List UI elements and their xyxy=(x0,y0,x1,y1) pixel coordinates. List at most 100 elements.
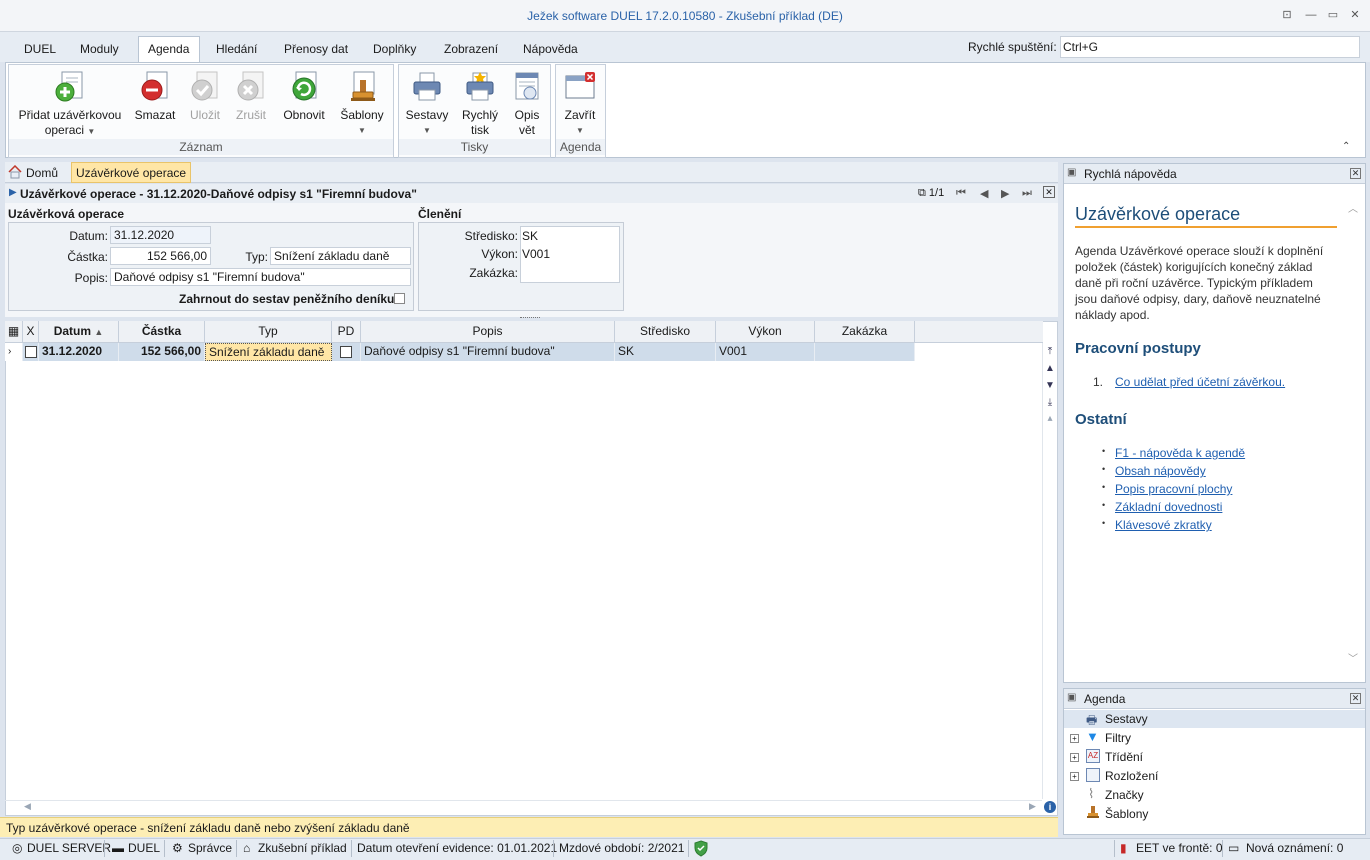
breadcrumb-current[interactable]: Uzávěrkové operace xyxy=(71,162,192,183)
row-center-cell[interactable]: SK xyxy=(615,343,716,361)
menu-agenda[interactable]: Agenda xyxy=(148,42,189,56)
center-field[interactable]: SK xyxy=(522,229,538,243)
menu-doplnky[interactable]: Doplňky xyxy=(373,42,416,56)
move-bottom-icon[interactable]: ⤓ xyxy=(1044,397,1056,408)
row-pd-checkbox[interactable] xyxy=(340,345,352,358)
desc-field[interactable]: Daňové odpisy s1 "Firemní budova" xyxy=(110,268,411,286)
splitter-grip[interactable] xyxy=(520,317,540,319)
move-up-icon[interactable]: ▲ xyxy=(1044,363,1056,374)
info-icon[interactable]: i xyxy=(1044,801,1056,813)
next-record-button[interactable]: ▶ xyxy=(1001,187,1009,200)
add-operation-button[interactable]: Přidat uzávěrkovou operaci ▼ xyxy=(12,70,128,139)
expand-icon[interactable]: + xyxy=(1070,734,1079,743)
maximize-button[interactable]: ▭ xyxy=(1324,6,1342,24)
row-order-cell[interactable] xyxy=(815,343,915,361)
shield-icon[interactable] xyxy=(693,840,709,857)
help-link-basic-skills[interactable]: Základní dovednosti xyxy=(1115,500,1222,514)
prev-record-button[interactable]: ◀ xyxy=(980,187,988,200)
tree-item-sorting[interactable]: Třídění xyxy=(1105,750,1143,764)
scroll-left-icon[interactable]: ◀ xyxy=(24,801,31,812)
help-link-f1[interactable]: F1 - nápověda k agendě xyxy=(1115,446,1245,460)
row-type-cell[interactable]: Snížení základu daně xyxy=(205,343,332,361)
tree-item-tags[interactable]: Značky xyxy=(1105,788,1144,802)
help-scroll-down-icon[interactable]: ﹀ xyxy=(1348,650,1358,665)
move-down-icon[interactable]: ▼ xyxy=(1044,380,1056,391)
breadcrumb-home[interactable]: Domů xyxy=(26,166,58,180)
save-button[interactable]: Uložit xyxy=(186,70,224,123)
col-header-pd[interactable]: PD xyxy=(332,321,361,343)
close-window-button[interactable]: ✕ xyxy=(1346,6,1364,24)
restore-layout-icon[interactable]: ⊡ xyxy=(1278,6,1296,24)
scroll-up-icon[interactable]: ▴ xyxy=(1044,413,1056,424)
collapse-ribbon-icon[interactable]: ⌃ xyxy=(1342,141,1350,152)
menu-hledani[interactable]: Hledání xyxy=(216,42,257,56)
menu-napoveda[interactable]: Nápověda xyxy=(523,42,578,56)
scroll-right-icon[interactable]: ▶ xyxy=(1029,801,1036,812)
output-field[interactable]: V001 xyxy=(522,247,550,261)
col-header-center[interactable]: Středisko xyxy=(615,321,716,343)
reports-button[interactable]: Sestavy ▼ xyxy=(404,70,450,138)
date-field[interactable]: 31.12.2020 xyxy=(110,226,211,244)
tree-item-filters[interactable]: Filtry xyxy=(1105,731,1131,745)
status-notices[interactable]: Nová oznámení: 0 xyxy=(1246,841,1343,855)
menu-duel[interactable]: DUEL xyxy=(24,42,56,56)
grid-horizontal-scrollbar[interactable] xyxy=(5,800,1042,815)
quick-launch-input[interactable]: Ctrl+G xyxy=(1060,36,1360,58)
help-link-workspace[interactable]: Popis pracovní plochy xyxy=(1115,482,1232,496)
tree-item-templates[interactable]: Šablony xyxy=(1105,807,1148,821)
row-output-cell[interactable]: V001 xyxy=(716,343,815,361)
row-x-cell[interactable] xyxy=(23,343,39,361)
type-field[interactable]: Snížení základu daně xyxy=(270,247,411,265)
row-x-checkbox[interactable] xyxy=(25,345,37,358)
move-top-icon[interactable]: ⤒ xyxy=(1044,346,1056,357)
tree-item-layout[interactable]: Rozložení xyxy=(1105,769,1158,783)
delete-button[interactable]: Smazat xyxy=(134,70,176,123)
menu-moduly[interactable]: Moduly xyxy=(80,42,119,56)
row-amount-cell[interactable]: 152 566,00 xyxy=(119,343,205,361)
col-header-type[interactable]: Typ xyxy=(205,321,332,343)
status-eet[interactable]: EET ve frontě: 0 xyxy=(1136,841,1223,855)
grid-settings-icon[interactable]: ▦ xyxy=(5,321,23,343)
help-link-before-closing[interactable]: Co udělat před účetní závěrkou. xyxy=(1115,375,1285,389)
pin-icon[interactable]: ▣ xyxy=(1067,692,1076,703)
menu-zobrazeni[interactable]: Zobrazení xyxy=(444,42,498,56)
col-header-desc[interactable]: Popis xyxy=(361,321,615,343)
status-app[interactable]: DUEL xyxy=(128,841,160,855)
help-scroll-up-icon[interactable]: ︿ xyxy=(1348,200,1358,215)
row-date-cell[interactable]: 31.12.2020 xyxy=(39,343,119,361)
last-record-button[interactable]: ⏭ xyxy=(1022,187,1032,200)
grid-vertical-scrollbar[interactable] xyxy=(1042,343,1058,799)
expand-icon[interactable]: + xyxy=(1070,753,1079,762)
close-record-button[interactable]: ✕ xyxy=(1043,186,1055,198)
quick-print-button[interactable]: Rychlý tisk xyxy=(458,70,502,138)
col-header-order[interactable]: Zakázka xyxy=(815,321,915,343)
row-desc-cell[interactable]: Daňové odpisy s1 "Firemní budova" xyxy=(361,343,615,361)
menu-prenosy-dat[interactable]: Přenosy dat xyxy=(284,42,348,56)
help-link-shortcuts[interactable]: Klávesové zkratky xyxy=(1115,518,1212,532)
include-cashbook-checkbox[interactable] xyxy=(394,293,405,304)
minimize-button[interactable]: — xyxy=(1302,6,1320,24)
tree-item-reports[interactable]: Sestavy xyxy=(1105,712,1148,726)
pin-icon[interactable]: ▣ xyxy=(1067,167,1076,178)
row-pd-cell[interactable] xyxy=(332,343,361,361)
close-icon[interactable]: ✕ xyxy=(1350,693,1361,704)
col-header-x[interactable]: X xyxy=(23,321,39,343)
templates-button[interactable]: Šablony ▼ xyxy=(338,70,386,138)
refresh-button[interactable]: Obnovit xyxy=(280,70,328,123)
help-link-contents[interactable]: Obsah nápovědy xyxy=(1115,464,1206,478)
help-heading: Uzávěrkové operace xyxy=(1075,204,1241,224)
col-header-output[interactable]: Výkon xyxy=(716,321,815,343)
first-record-button[interactable]: ⏮ xyxy=(956,187,966,200)
status-user[interactable]: Správce xyxy=(188,841,232,855)
status-server[interactable]: DUEL SERVER xyxy=(27,841,111,855)
close-agenda-button[interactable]: Zavřít ▼ xyxy=(560,70,600,138)
expand-icon[interactable]: + xyxy=(1070,772,1079,781)
amount-field[interactable]: 152 566,00 xyxy=(110,247,211,265)
col-header-date[interactable]: Datum ▲ xyxy=(39,321,119,343)
status-company[interactable]: Zkušební příklad xyxy=(258,841,347,855)
col-header-amount[interactable]: Částka xyxy=(119,321,205,343)
status-payroll: Mzdové období: 2/2021 xyxy=(559,841,685,855)
copy-records-button[interactable]: Opis vět xyxy=(508,70,546,138)
close-icon[interactable]: ✕ xyxy=(1350,168,1361,179)
cancel-button[interactable]: Zrušit xyxy=(232,70,270,123)
